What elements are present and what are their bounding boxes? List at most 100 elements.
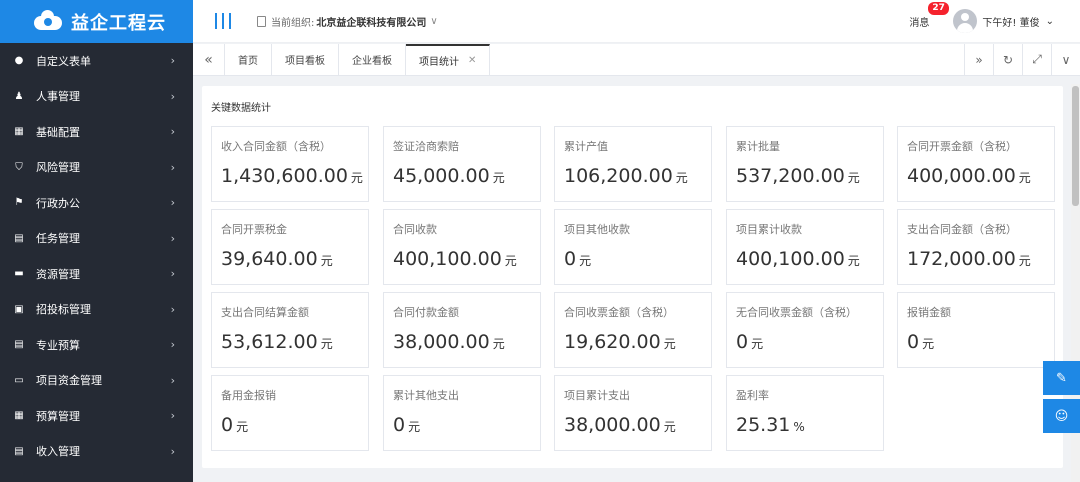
stat-value: 106,200.00 — [564, 165, 673, 187]
stat-unit: 元 — [504, 254, 517, 268]
stat-unit: 元 — [1018, 254, 1031, 268]
messages-button[interactable]: 消息 27 — [909, 1, 949, 29]
refresh-icon[interactable]: ↻ — [993, 44, 1022, 75]
stat-unit: 元 — [675, 171, 688, 185]
tab-label: 项目统计 — [419, 57, 459, 68]
logo[interactable]: 益企工程云 — [0, 0, 193, 43]
sidebar-item[interactable]: ▭ 项目资金管理 › — [0, 363, 193, 399]
user-menu-chevron-icon[interactable]: ⌄ — [1046, 16, 1054, 27]
tab-label: 企业看板 — [352, 56, 392, 67]
edit-note-icon[interactable]: ✎ — [1043, 361, 1080, 395]
chevron-right-icon: › — [170, 54, 175, 68]
shield-icon: ⛉ — [15, 161, 23, 173]
folder-icon: ▬ — [14, 268, 24, 280]
org-selector[interactable]: 当前组织: 北京益企联科技有限公司 ∨ — [257, 14, 438, 29]
tabs-scroll-right-icon[interactable]: » — [964, 44, 993, 75]
document-icon: ▤ — [14, 339, 24, 351]
stat-card: 合同付款金额 38,000.00 元 — [383, 292, 541, 368]
sidebar-item[interactable]: ▤ 收入管理 › — [0, 434, 193, 470]
sidebar-item[interactable]: ▦ 预算管理 › — [0, 398, 193, 434]
sidebar-item[interactable]: ▦ 基础配置 › — [0, 114, 193, 150]
sidebar-nav: ● 自定义表单 › ♟ 人事管理 › ▦ 基础配置 › ⛉ 风险管理 › ⚑ 行政办公 › ▤ 任务管理 › ▬ 资源… — [0, 43, 193, 469]
stat-value-row: 0元 — [221, 414, 248, 436]
sidebar-item[interactable]: ▤ 专业预算 › — [0, 327, 193, 363]
cloud-logo-icon — [34, 9, 62, 32]
stat-label: 合同收票金额（含税） — [564, 306, 674, 319]
stat-value: 53,612.00 — [221, 331, 318, 353]
avatar[interactable] — [953, 9, 978, 33]
stat-card: 支出合同结算金额 53,612.00 元 — [211, 292, 369, 368]
grid-icon: ▦ — [14, 126, 24, 138]
stat-unit: 元 — [236, 420, 249, 434]
stat-value: 0 — [393, 414, 406, 436]
tab[interactable]: 企业看板 — [339, 44, 406, 75]
stat-card: 累计其他支出 0 元 — [383, 375, 541, 451]
stat-unit: % — [793, 420, 805, 434]
sidebar-item[interactable]: ▬ 资源管理 › — [0, 256, 193, 292]
stat-unit: 元 — [492, 337, 505, 351]
sidebar-item[interactable]: ▤ 任务管理 › — [0, 221, 193, 257]
stat-card: 支出合同金额（含税） 172,000.00 元 — [897, 209, 1055, 285]
sidebar-item-label: 专业预算 — [36, 338, 80, 352]
stat-card: 报销金额 0 元 — [897, 292, 1055, 368]
stat-label: 项目累计收款 — [736, 223, 802, 236]
fullscreen-icon[interactable]: ⤢ — [1022, 44, 1051, 75]
tabs-scroll-left-icon[interactable]: « — [193, 44, 225, 75]
stat-card: 收入合同金额（含税） 1,430,600.00 元 — [211, 126, 369, 202]
stat-value-row: 400,100.00 元 — [736, 248, 860, 270]
sidebar-item[interactable]: ● 自定义表单 › — [0, 43, 193, 79]
tabs-menu-chevron-icon[interactable]: ∨ — [1051, 44, 1080, 75]
stat-value-row: 53,612.00 元 — [221, 331, 333, 353]
stat-label: 备用金报销 — [221, 389, 276, 402]
stat-value: 172,000.00 — [907, 248, 1016, 270]
chevron-right-icon: › — [170, 231, 175, 245]
stat-value: 400,000.00 — [907, 165, 1016, 187]
chevron-right-icon: › — [170, 196, 175, 210]
chevron-right-icon: › — [170, 302, 175, 316]
scrollbar-thumb[interactable] — [1072, 86, 1079, 206]
chevron-right-icon: › — [170, 338, 175, 352]
close-icon[interactable]: ✕ — [468, 55, 476, 66]
stat-value-row: 38,000.00 元 — [564, 414, 676, 436]
stat-unit: 元 — [320, 254, 333, 268]
customer-service-icon[interactable]: ☺ — [1043, 399, 1080, 433]
stat-label: 无合同收票金额（含税） — [736, 306, 857, 319]
stat-card: 合同开票金额（含税） 400,000.00 元 — [897, 126, 1055, 202]
tab[interactable]: 项目统计 ✕ — [406, 44, 491, 75]
stat-label: 累计产值 — [564, 140, 608, 153]
menu-toggle-icon[interactable] — [215, 13, 231, 29]
stat-label: 合同付款金额 — [393, 306, 459, 319]
stat-value-row: 400,000.00 元 — [907, 165, 1031, 187]
flag-icon: ⚑ — [14, 197, 24, 209]
sidebar-item[interactable]: ♟ 人事管理 › — [0, 79, 193, 115]
stat-unit: 元 — [408, 420, 421, 434]
sidebar-item[interactable]: ⚑ 行政办公 › — [0, 185, 193, 221]
sidebar-item[interactable]: ▣ 招投标管理 › — [0, 292, 193, 328]
stat-value: 400,100.00 — [736, 248, 845, 270]
stat-unit: 元 — [1018, 171, 1031, 185]
stat-value: 0 — [736, 331, 749, 353]
chevron-right-icon: › — [170, 409, 175, 423]
stat-label: 累计批量 — [736, 140, 780, 153]
stat-unit: 元 — [922, 337, 935, 351]
stat-value: 25.31 — [736, 414, 791, 436]
stat-value: 0 — [907, 331, 920, 353]
stat-value-row: 0元 — [564, 248, 591, 270]
sidebar-item-label: 预算管理 — [36, 409, 80, 423]
section-title: 关键数据统计 — [211, 103, 271, 114]
org-name: 北京益企联科技有限公司 — [316, 17, 427, 29]
calculator-icon: ▦ — [14, 410, 24, 422]
user-greeting[interactable]: 下午好! 董俊 — [982, 14, 1039, 29]
stat-label: 合同开票金额（含税） — [907, 140, 1017, 153]
stats-panel: 关键数据统计 收入合同金额（含税） 1,430,600.00 元签证洽商索赔 45,0… — [202, 86, 1063, 468]
card-icon: ▭ — [14, 374, 24, 386]
chevron-right-icon: › — [170, 373, 175, 387]
lock-icon: ▣ — [14, 303, 24, 315]
messages-label: 消息 — [909, 17, 930, 29]
tab[interactable]: 首页 — [225, 44, 272, 75]
tab[interactable]: 项目看板 — [272, 44, 339, 75]
stat-unit: 元 — [663, 337, 676, 351]
stat-label: 项目累计支出 — [564, 389, 630, 402]
sidebar-item-label: 基础配置 — [36, 125, 80, 139]
sidebar-item[interactable]: ⛉ 风险管理 › — [0, 150, 193, 186]
